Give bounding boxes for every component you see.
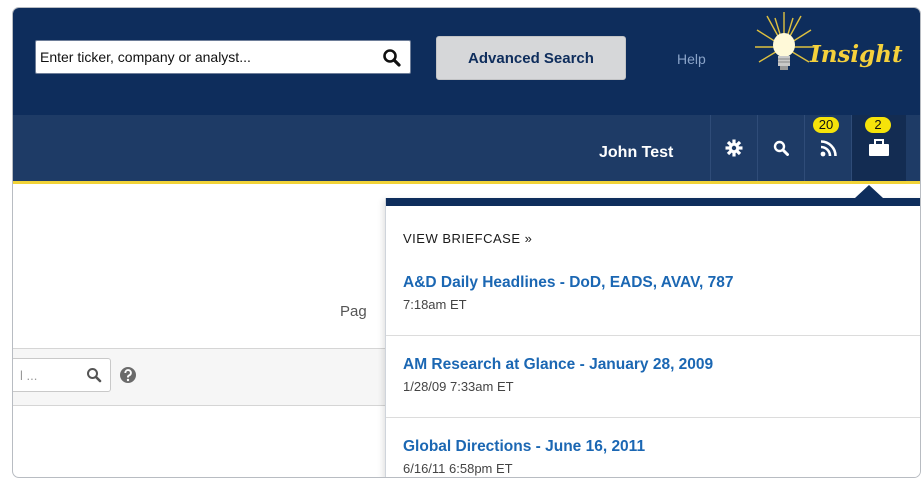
- briefcase-item[interactable]: AM Research at Glance - January 28, 2009…: [386, 356, 920, 416]
- rss-count-badge: 20: [813, 117, 839, 133]
- page-label: Pag: [340, 303, 367, 320]
- rss-icon: [820, 139, 837, 156]
- app-window: Advanced Search Help Insight: [12, 7, 921, 478]
- dropdown-top-border: [386, 198, 920, 206]
- briefcase-item-time: 6/16/11 6:58pm ET: [403, 461, 513, 476]
- dropdown-caret: [855, 185, 883, 198]
- help-icon[interactable]: [119, 366, 137, 384]
- briefcase-item[interactable]: A&D Daily Headlines - DoD, EADS, AVAV, 7…: [386, 274, 920, 334]
- briefcase-item-title[interactable]: A&D Daily Headlines - DoD, EADS, AVAV, 7…: [403, 274, 733, 292]
- gear-icon: [725, 139, 743, 157]
- briefcase-dropdown: VIEW BRIEFCASE » A&D Daily Headlines - D…: [385, 185, 920, 477]
- nav-search-button[interactable]: [758, 115, 804, 181]
- top-header: Advanced Search Help Insight: [13, 8, 920, 115]
- view-briefcase-link[interactable]: VIEW BRIEFCASE »: [403, 231, 532, 246]
- logo-text: Insight: [810, 41, 903, 68]
- ticker-search-box[interactable]: [35, 40, 411, 74]
- briefcase-item-time: 7:18am ET: [403, 297, 467, 312]
- ticker-search-input[interactable]: [36, 41, 374, 73]
- filter-placeholder: l ...: [20, 368, 38, 383]
- filter-toolbar: l ...: [13, 348, 386, 406]
- item-divider: [386, 335, 920, 336]
- search-icon[interactable]: [382, 48, 402, 68]
- search-icon[interactable]: [86, 367, 102, 383]
- filter-input[interactable]: l ...: [13, 358, 111, 392]
- briefcase-icon: [869, 139, 889, 156]
- help-link[interactable]: Help: [677, 51, 706, 67]
- user-name[interactable]: John Test: [599, 144, 673, 162]
- item-divider: [386, 417, 920, 418]
- nav-bar: John Test 20 2: [13, 115, 920, 184]
- settings-button[interactable]: [711, 115, 757, 181]
- briefcase-item-title[interactable]: AM Research at Glance - January 28, 2009: [403, 356, 713, 374]
- briefcase-item-title[interactable]: Global Directions - June 16, 2011: [403, 438, 645, 456]
- briefcase-item[interactable]: Global Directions - June 16, 2011 6/16/1…: [386, 438, 920, 477]
- briefcase-count-badge: 2: [865, 117, 891, 133]
- search-icon: [773, 140, 789, 156]
- briefcase-item-time: 1/28/09 7:33am ET: [403, 379, 514, 394]
- advanced-search-button[interactable]: Advanced Search: [436, 36, 626, 80]
